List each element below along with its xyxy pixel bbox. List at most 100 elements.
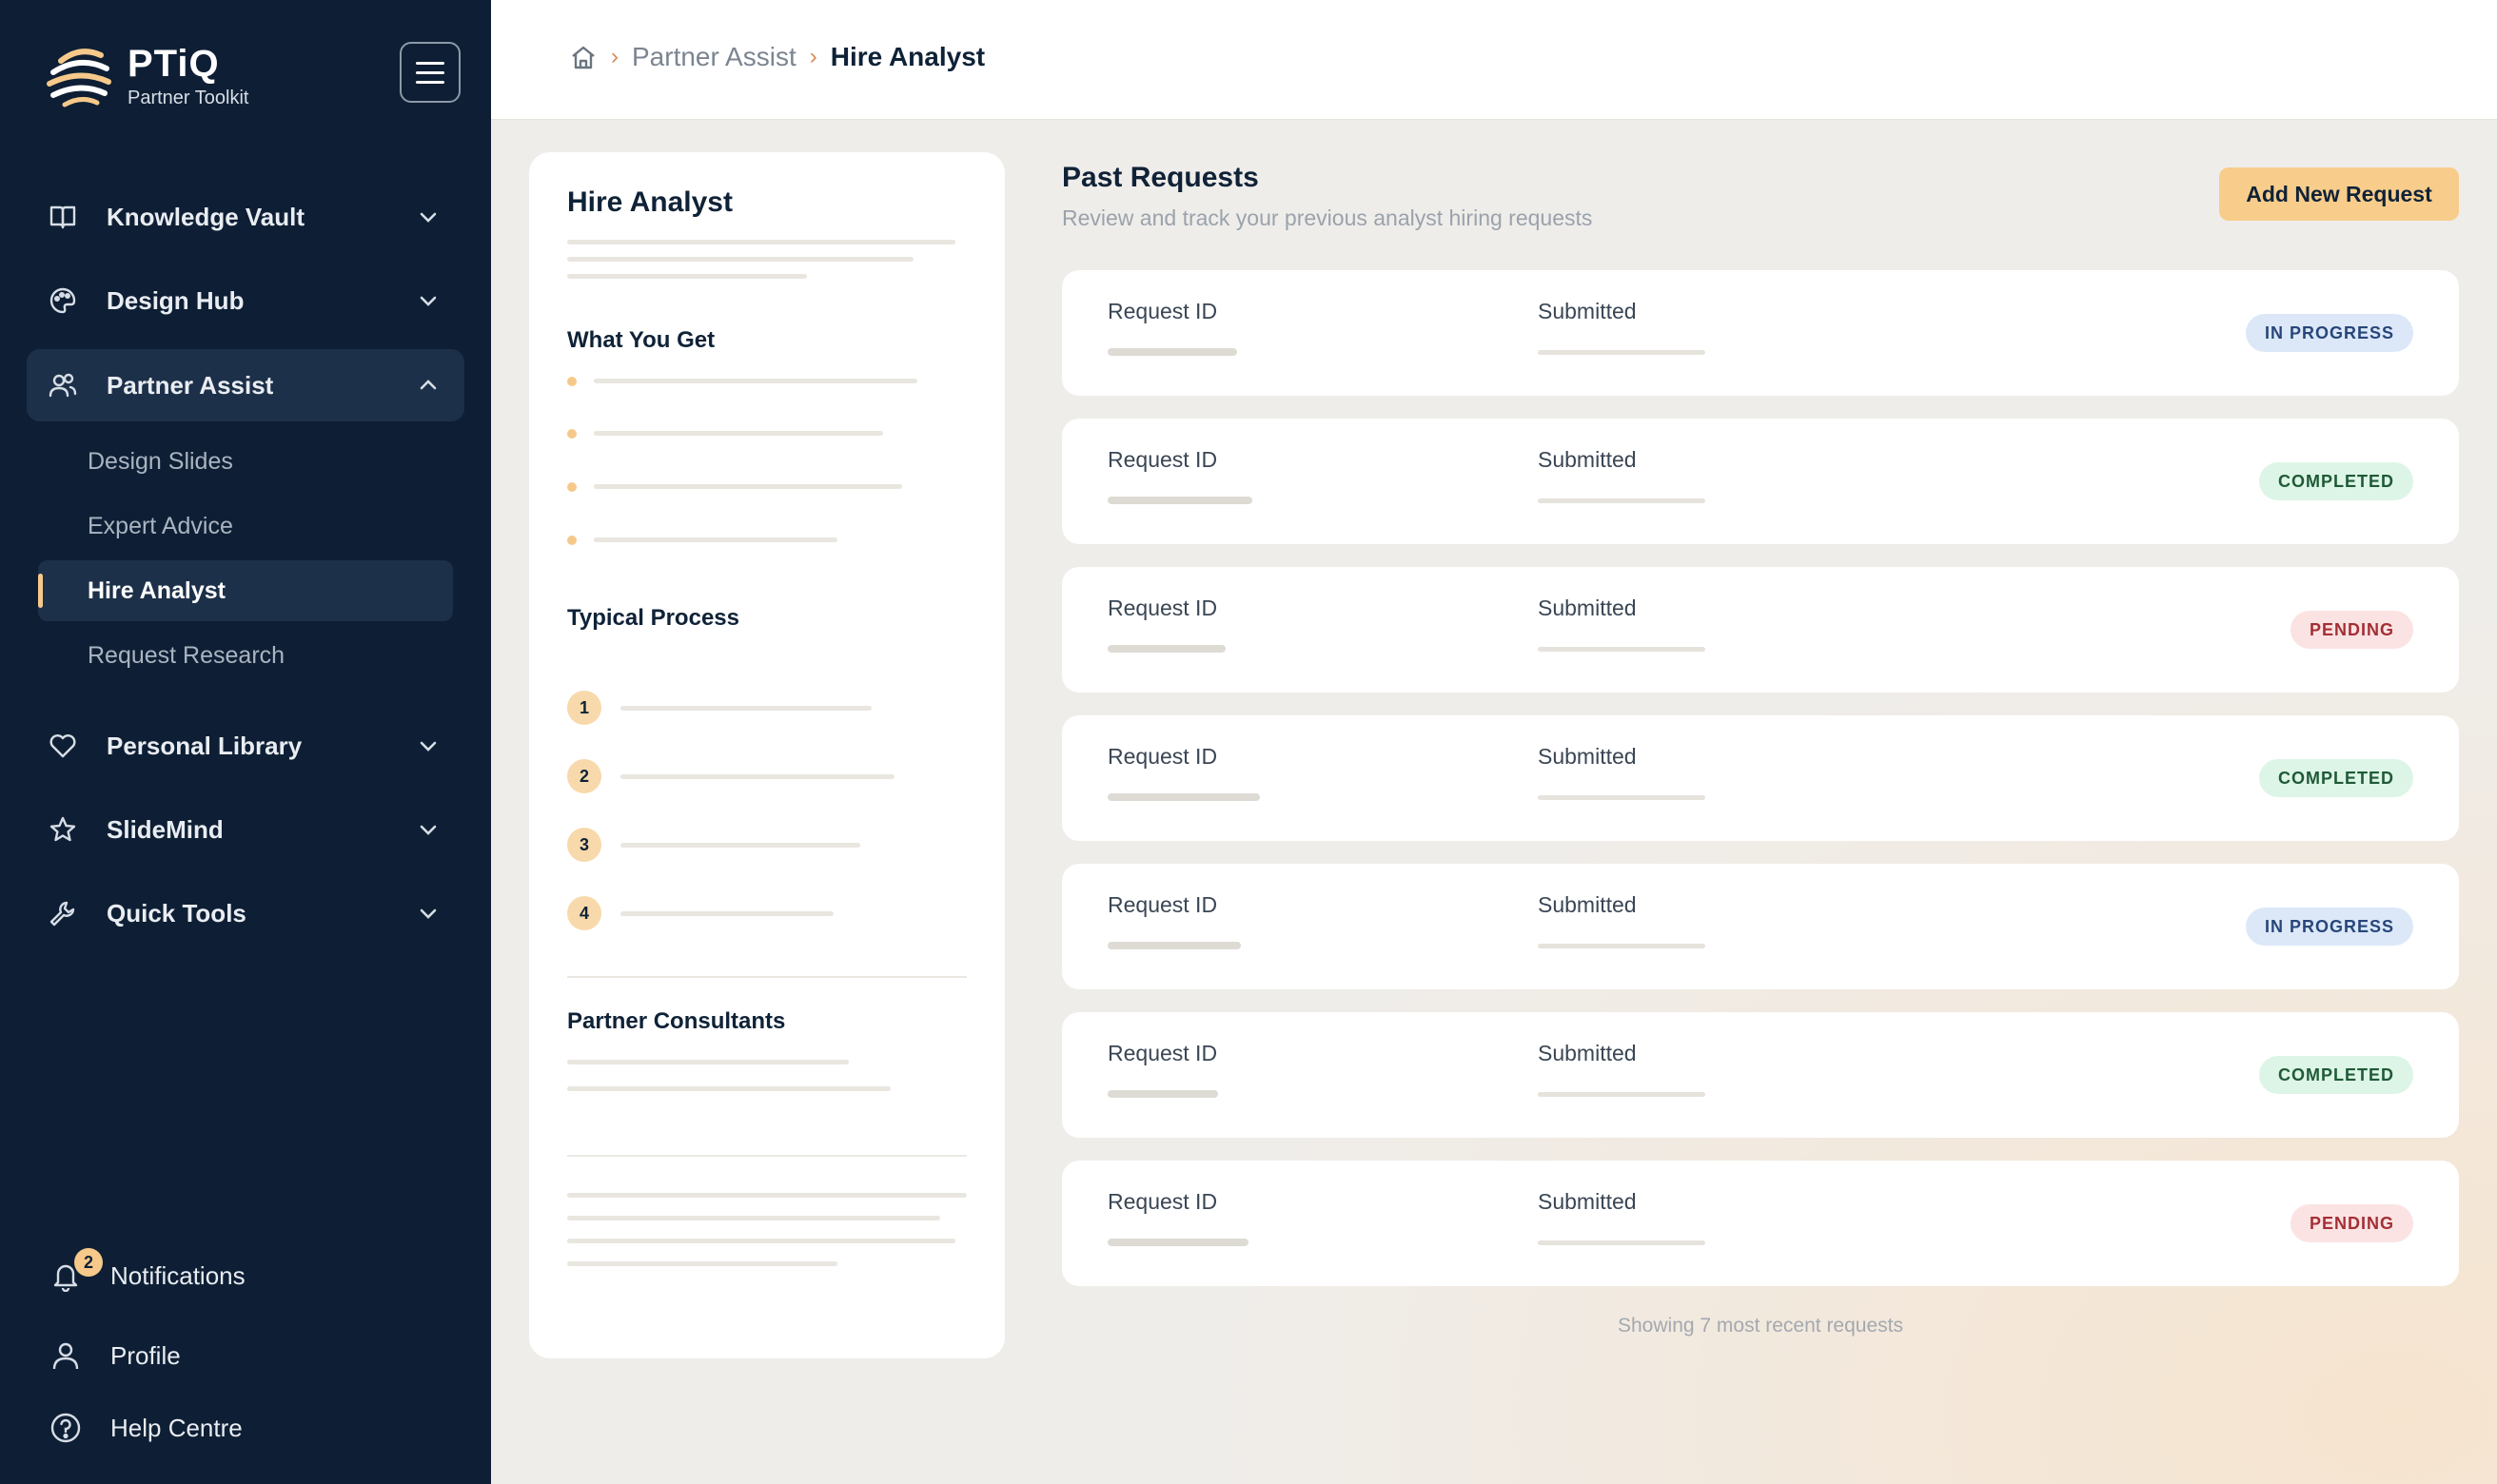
sidebar-item-personal-library[interactable]: Personal Library	[27, 710, 464, 782]
status-badge: PENDING	[2290, 611, 2413, 649]
placeholder-line	[567, 240, 955, 244]
users-icon	[49, 373, 77, 398]
status-badge: COMPLETED	[2258, 1056, 2413, 1094]
placeholder-line	[620, 843, 860, 848]
sidebar-item-label: Knowledge Vault	[107, 202, 305, 231]
bullet-dot	[567, 536, 577, 545]
placeholder-line	[567, 257, 914, 262]
sidebar-subitem-design-slides[interactable]: Design Slides	[38, 431, 453, 492]
past-requests-subtitle: Review and track your previous analyst h…	[1062, 205, 1593, 230]
past-requests-title: Past Requests	[1062, 162, 1259, 193]
bullet-dot	[567, 482, 577, 492]
sidebar-item-label: Personal Library	[107, 731, 303, 760]
ptiq-logo-icon	[47, 49, 111, 107]
status-badge: COMPLETED	[2258, 462, 2413, 500]
sidebar-item-quick-tools[interactable]: Quick Tools	[27, 877, 464, 949]
request-id-placeholder	[1108, 645, 1226, 653]
status-badge: PENDING	[2290, 1204, 2413, 1242]
chevron-down-icon	[420, 825, 437, 835]
submitted-label: Submitted	[1538, 447, 1637, 472]
process-step-number: 2	[567, 759, 601, 793]
placeholder-line	[594, 484, 902, 489]
breadcrumb-partner-assist[interactable]: Partner Assist	[632, 42, 796, 72]
active-indicator	[38, 574, 43, 608]
request-id-placeholder	[1108, 942, 1241, 949]
request-id-label: Request ID	[1108, 299, 1218, 323]
divider	[567, 976, 967, 978]
submitted-label: Submitted	[1538, 299, 1637, 323]
sidebar-subitem-label: Request Research	[88, 641, 285, 669]
hamburger-line	[416, 80, 444, 84]
submitted-placeholder	[1538, 795, 1705, 800]
chevron-down-icon	[420, 296, 437, 306]
past-requests-header: Past Requests Review and track your prev…	[1062, 162, 1592, 231]
help-centre-link[interactable]: Help Centre	[49, 1404, 243, 1452]
help-circle-icon	[50, 1413, 81, 1443]
placeholder-line	[567, 1193, 967, 1198]
request-id-label: Request ID	[1108, 892, 1218, 917]
request-card[interactable]: Request ID Submitted IN PROGRESS	[1062, 864, 2459, 989]
chevron-up-icon	[420, 380, 437, 390]
wrench-icon	[49, 901, 75, 927]
notifications-link[interactable]: 2 Notifications	[49, 1248, 246, 1299]
request-card[interactable]: Request ID Submitted COMPLETED	[1062, 1012, 2459, 1138]
sidebar-subitem-label: Expert Advice	[88, 512, 233, 539]
book-icon	[49, 205, 76, 229]
request-card[interactable]: Request ID Submitted COMPLETED	[1062, 419, 2459, 544]
hamburger-line	[416, 70, 444, 74]
add-new-request-button[interactable]: Add New Request	[2219, 167, 2459, 221]
placeholder-line	[567, 1060, 849, 1064]
submitted-placeholder	[1538, 944, 1705, 948]
placeholder-line	[620, 911, 834, 916]
star-icon	[49, 816, 76, 842]
home-icon[interactable]	[569, 43, 598, 71]
sidebar-item-slidemind[interactable]: SlideMind	[27, 793, 464, 866]
submitted-placeholder	[1538, 350, 1705, 355]
main-content: Hire Analyst What You Get Typical Proces…	[491, 120, 2497, 1484]
brand[interactable]: PTiQ Partner Toolkit	[42, 42, 248, 112]
request-id-placeholder	[1108, 793, 1260, 801]
status-badge: IN PROGRESS	[2245, 314, 2413, 352]
divider	[567, 1155, 967, 1157]
sidebar-subitem-request-research[interactable]: Request Research	[38, 625, 453, 686]
placeholder-line	[567, 1239, 955, 1243]
bullet-dot	[567, 377, 577, 386]
request-card[interactable]: Request ID Submitted COMPLETED	[1062, 715, 2459, 841]
bullet-dot	[567, 429, 577, 439]
placeholder-line	[594, 431, 883, 436]
breadcrumb-current: Hire Analyst	[830, 42, 986, 71]
sidebar-subitem-label: Hire Analyst	[88, 576, 226, 604]
typical-process-heading: Typical Process	[567, 605, 739, 631]
sidebar-item-label: Partner Assist	[107, 370, 274, 400]
sidebar-item-design-hub[interactable]: Design Hub	[27, 264, 464, 337]
breadcrumb-separator-icon: ›	[809, 44, 817, 69]
notifications-label: Notifications	[110, 1260, 246, 1290]
sidebar-item-partner-assist[interactable]: Partner Assist	[27, 349, 464, 421]
request-card[interactable]: Request ID Submitted PENDING	[1062, 567, 2459, 693]
placeholder-line	[567, 1216, 940, 1220]
sidebar-subitem-expert-advice[interactable]: Expert Advice	[38, 496, 453, 556]
brand-name: PTiQ	[128, 43, 220, 85]
request-card[interactable]: Request ID Submitted PENDING	[1062, 1161, 2459, 1286]
menu-toggle-button[interactable]	[400, 42, 461, 103]
sidebar-subitem-label: Design Slides	[88, 447, 233, 475]
breadcrumb-separator-icon: ›	[611, 44, 619, 69]
brand-subtitle: Partner Toolkit	[128, 88, 249, 108]
sidebar-item-knowledge-vault[interactable]: Knowledge Vault	[27, 181, 464, 253]
sidebar-subitem-hire-analyst[interactable]: Hire Analyst	[38, 560, 453, 621]
sidebar-item-label: Quick Tools	[107, 898, 246, 928]
request-card[interactable]: Request ID Submitted IN PROGRESS	[1062, 270, 2459, 396]
partner-consultants-heading: Partner Consultants	[567, 1008, 786, 1034]
notification-count-badge: 2	[74, 1248, 103, 1277]
heart-icon	[49, 734, 76, 758]
submitted-label: Submitted	[1538, 1189, 1637, 1214]
request-id-label: Request ID	[1108, 447, 1218, 472]
status-badge: COMPLETED	[2258, 759, 2413, 797]
profile-label: Profile	[110, 1340, 181, 1370]
request-id-placeholder	[1108, 348, 1237, 356]
profile-link[interactable]: Profile	[49, 1332, 181, 1379]
chevron-down-icon	[420, 908, 437, 919]
requests-count-text: Showing 7 most recent requests	[1618, 1315, 1903, 1337]
hire-analyst-info-panel: Hire Analyst What You Get Typical Proces…	[529, 152, 1005, 1358]
submitted-placeholder	[1538, 1092, 1705, 1097]
